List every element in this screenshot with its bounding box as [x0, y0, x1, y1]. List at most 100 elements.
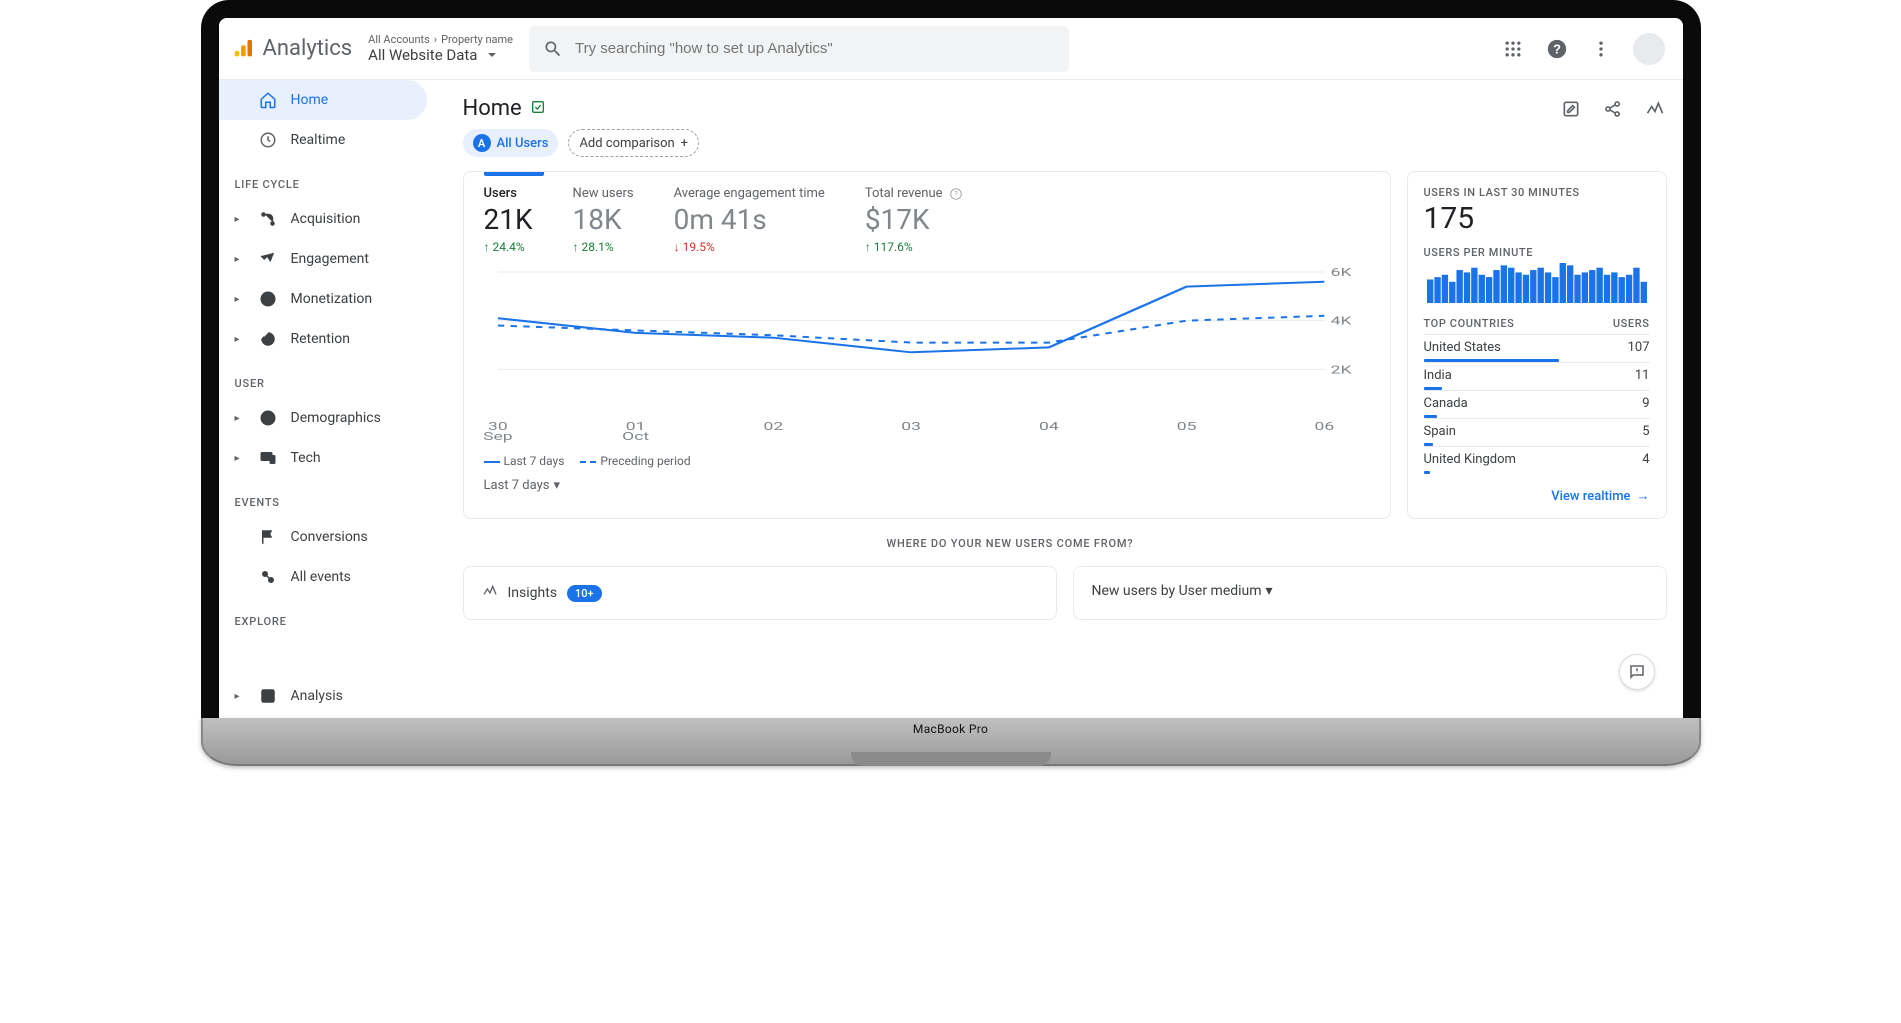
retention-icon: [259, 330, 277, 348]
nav-acquisition[interactable]: ▸ Acquisition: [219, 199, 427, 239]
chevron-right-icon: ›: [434, 33, 437, 46]
crumb-property: Property name: [441, 33, 513, 46]
analytics-logo-icon: [231, 38, 253, 60]
segment-badge: A: [473, 134, 491, 152]
search-input[interactable]: [575, 40, 1055, 57]
search-bar[interactable]: [529, 26, 1069, 72]
nav-label: Monetization: [291, 291, 373, 307]
insights-label: Insights: [508, 585, 558, 601]
nav-tech[interactable]: ▸ Tech: [219, 438, 427, 478]
analysis-icon: [259, 687, 277, 705]
events-icon: [259, 568, 277, 586]
svg-text:Sep: Sep: [483, 429, 512, 443]
crumb-accounts: All Accounts: [368, 33, 430, 46]
laptop-model-label: MacBook Pro: [913, 722, 988, 736]
acquisition-icon: [259, 210, 277, 228]
add-comparison-label: Add comparison: [579, 136, 674, 151]
nav-section-lifecycle: LIFE CYCLE: [219, 160, 447, 199]
caret-down-icon: ▾: [1266, 583, 1273, 599]
new-users-dimension-selector[interactable]: New users by User medium ▾: [1092, 583, 1648, 599]
nav-home[interactable]: Home: [219, 80, 427, 120]
avatar[interactable]: [1633, 33, 1665, 65]
chevron-right-icon: ▸: [235, 214, 245, 225]
kpi-average-engagement-time[interactable]: Average engagement time 0m 41s↓ 19.5%: [674, 186, 825, 254]
nav-section-events: EVENTS: [219, 478, 447, 517]
nav-all-events[interactable]: All events: [219, 557, 427, 597]
segment-all-users[interactable]: A All Users: [463, 129, 559, 157]
nav-demographics[interactable]: ▸ Demographics: [219, 398, 427, 438]
feedback-button[interactable]: [1619, 654, 1655, 690]
sidebar: Home Realtime LIFE CYCLE ▸ Acquisition: [219, 80, 447, 718]
insights-card[interactable]: Insights 10+: [463, 566, 1057, 620]
chevron-right-icon: ▸: [235, 334, 245, 345]
apps-icon[interactable]: [1501, 37, 1525, 61]
property-name: All Website Data: [368, 46, 477, 64]
nav-realtime[interactable]: Realtime: [219, 120, 427, 160]
svg-text:2K: 2K: [1330, 363, 1352, 377]
nav-label: Retention: [291, 331, 351, 347]
verified-icon: [530, 96, 546, 121]
chevron-right-icon: ▸: [235, 413, 245, 424]
insights-count-badge: 10+: [567, 585, 602, 602]
more-vert-icon[interactable]: [1589, 37, 1613, 61]
kpi-new-users[interactable]: New users 18K↑ 28.1%: [573, 186, 634, 254]
realtime-card: USERS IN LAST 30 MINUTES 175 USERS PER M…: [1407, 171, 1667, 519]
plus-icon: +: [681, 136, 688, 151]
new-users-card: New users by User medium ▾: [1073, 566, 1667, 620]
country-row: Spain5: [1424, 418, 1650, 440]
section-question: WHERE DO YOUR NEW USERS COME FROM?: [467, 537, 1667, 550]
svg-text:6K: 6K: [1330, 266, 1352, 279]
country-row: Canada9: [1424, 390, 1650, 412]
account-breadcrumb[interactable]: All Accounts › Property name: [368, 33, 513, 46]
property-selector[interactable]: All Website Data: [368, 46, 513, 64]
country-row: India11: [1424, 362, 1650, 384]
flag-icon: [259, 528, 277, 546]
main-content: Home A All Users: [447, 80, 1683, 718]
insights-icon[interactable]: [1643, 97, 1667, 121]
svg-text:04: 04: [1039, 419, 1059, 433]
add-comparison-button[interactable]: Add comparison +: [568, 129, 699, 157]
caret-down-icon: ▾: [553, 478, 560, 493]
users-per-minute-label: USERS PER MINUTE: [1424, 246, 1650, 259]
search-icon: [543, 39, 563, 59]
svg-text:02: 02: [763, 419, 783, 433]
nav-conversions[interactable]: Conversions: [219, 517, 427, 557]
chevron-right-icon: ▸: [235, 294, 245, 305]
kpi-total-revenue[interactable]: Total revenue ?$17K↑ 117.6%: [865, 186, 963, 254]
realtime-value: 175: [1424, 201, 1650, 236]
realtime-heading: USERS IN LAST 30 MINUTES: [1424, 186, 1650, 199]
date-range-selector[interactable]: Last 7 days ▾: [464, 468, 1390, 493]
topbar: Analytics All Accounts › Property name A…: [219, 18, 1683, 80]
svg-text:?: ?: [954, 190, 958, 198]
nav-label: Home: [291, 92, 329, 108]
country-row: United States107: [1424, 334, 1650, 356]
users-column-label: USERS: [1613, 317, 1650, 330]
nav-engagement[interactable]: ▸ Engagement: [219, 239, 427, 279]
users-trend-chart: 2K4K6K30Sep01Oct0203040506: [482, 266, 1372, 446]
caret-down-icon: [487, 50, 497, 60]
nav-label: Demographics: [291, 410, 381, 426]
top-countries-label: TOP COUNTRIES: [1424, 317, 1515, 330]
product-name: Analytics: [263, 36, 353, 61]
chevron-right-icon: ▸: [235, 254, 245, 265]
svg-text:Oct: Oct: [622, 429, 649, 443]
insights-spark-icon: [482, 583, 498, 603]
chevron-right-icon: ▸: [235, 691, 245, 702]
svg-text:05: 05: [1176, 419, 1196, 433]
kpi-users[interactable]: Users 21K↑ 24.4%: [484, 186, 533, 254]
view-realtime-link[interactable]: View realtime →: [1551, 474, 1649, 504]
product-logo[interactable]: Analytics: [231, 36, 353, 61]
share-icon[interactable]: [1601, 97, 1625, 121]
nav-label: Analysis: [291, 688, 343, 704]
nav-section-user: USER: [219, 359, 447, 398]
clock-icon: [259, 131, 277, 149]
help-icon[interactable]: ?: [1545, 37, 1569, 61]
nav-label: All events: [291, 569, 351, 585]
nav-monetization[interactable]: ▸ Monetization: [219, 279, 427, 319]
nav-analysis[interactable]: ▸ Analysis: [219, 676, 427, 716]
nav-retention[interactable]: ▸ Retention: [219, 319, 427, 359]
svg-text:03: 03: [901, 419, 921, 433]
nav-label: Conversions: [291, 529, 368, 545]
nav-label: Tech: [291, 450, 321, 466]
customize-icon[interactable]: [1559, 97, 1583, 121]
